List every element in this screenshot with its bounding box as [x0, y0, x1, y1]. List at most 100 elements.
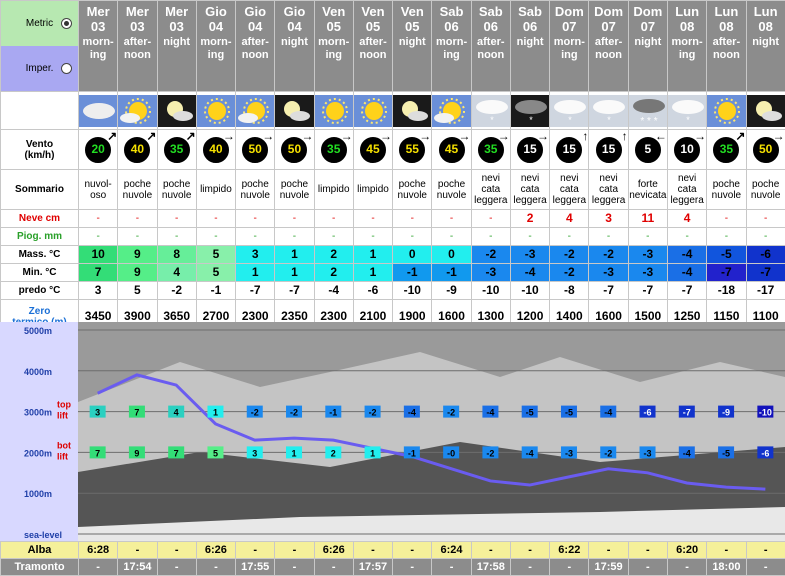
summary-text: poche nuvole [397, 178, 427, 201]
min-temp-value: -1 [406, 265, 418, 279]
wind-speed: 10 [680, 142, 694, 156]
max-temp-cell: -2 [470, 245, 511, 264]
period-name: after- noon [594, 36, 623, 61]
summary-text: nevi cata leggera [474, 173, 508, 206]
wind-cell: 35 → [470, 129, 511, 170]
wind-badge: 40 → [202, 131, 235, 163]
metric-radio[interactable] [61, 18, 72, 29]
rain-value: - [135, 231, 140, 242]
max-temp-value: -4 [681, 247, 693, 261]
alba-time: - [470, 541, 511, 559]
alba-time: 6:26 [195, 541, 237, 559]
imperial-radio[interactable] [61, 63, 72, 74]
max-temp-cell: -3 [509, 245, 551, 264]
wind-label: Vento (km/h) [0, 129, 79, 170]
tramonto-time: 17:54 [117, 558, 158, 576]
wind-speed: 20 [91, 142, 105, 156]
max-temp-value: 0 [408, 247, 416, 261]
weather-cell: * [666, 91, 708, 130]
snow-value: 4 [683, 211, 691, 225]
freeze-value: -9 [446, 283, 457, 297]
tramonto-label: Tramonto [0, 558, 79, 576]
wind-arrow-icon: → [301, 129, 314, 143]
weather-cell [431, 91, 472, 130]
period-header: Ven 05 after- noon [352, 0, 394, 92]
bot-lift-temp-value: -4 [683, 448, 691, 458]
min-temp-cell: -7 [706, 263, 747, 282]
max-temp-value: -3 [524, 247, 536, 261]
wind-badge: 45 → [438, 131, 470, 163]
imperial-button[interactable]: Imper. [1, 46, 78, 91]
min-temp-cell: -7 [745, 263, 785, 282]
zero-value: 1600 [438, 309, 465, 323]
rain-value: - [646, 231, 650, 242]
period-header: Mer 03 after- noon [117, 0, 158, 92]
rain-cell: - [235, 227, 276, 246]
day-name: Sab [439, 4, 464, 19]
summary-text: poche nuvole [240, 178, 270, 201]
y-tick-label: 3000m [24, 408, 52, 418]
tramonto-time: - [156, 558, 197, 576]
min-temp-cell: -3 [588, 263, 629, 282]
min-temp-cell: 1 [352, 263, 394, 282]
max-temp-value: 9 [134, 247, 141, 261]
snow-label: Neve cm [0, 209, 79, 228]
max-temp-cell: 8 [156, 245, 197, 264]
freeze-value: -10 [403, 283, 421, 297]
svg-text:*: * [608, 115, 612, 125]
max-temp-cell: -2 [549, 245, 590, 264]
wind-speed: 5 [644, 142, 652, 156]
min-temp-value: -7 [721, 265, 732, 279]
day-date: 03 [169, 19, 184, 34]
max-temp-value: 1 [291, 247, 298, 261]
bot-label-text: lift [57, 451, 68, 461]
max-temp-cell: 0 [392, 245, 433, 264]
svg-text:*: * [490, 115, 494, 125]
freeze-value: 3 [94, 283, 102, 297]
moon-cloud-icon [158, 94, 196, 127]
summary-text: poche nuvole [279, 178, 310, 201]
day-date: 08 [758, 19, 773, 34]
min-temp-cell: 1 [235, 263, 276, 282]
min-temp-value: 7 [94, 265, 102, 279]
freeze-cell: -7 [666, 281, 708, 300]
day-name: Ven [400, 4, 424, 19]
snow-cell: 2 [509, 209, 551, 228]
snow-cell: 11 [627, 209, 668, 228]
max-temp-label: Mass. °C [0, 245, 79, 264]
max-temp-cell: -6 [745, 245, 785, 264]
wind-speed: 50 [248, 142, 262, 156]
rain-cell: - [117, 227, 158, 246]
weather-cell: * * * [627, 91, 668, 130]
period-name: after- noon [241, 36, 269, 61]
wind-cell: 50 → [745, 129, 785, 170]
axis-panel [0, 322, 78, 541]
freeze-value: -6 [367, 283, 379, 297]
weather-cell [274, 91, 315, 130]
freeze-value: -7 [289, 283, 300, 297]
period-header: Lun 08 morn- ing [666, 0, 708, 92]
snow-value: - [96, 213, 100, 224]
metric-button[interactable]: Metric [1, 1, 78, 46]
min-temp-cell: 2 [313, 263, 354, 282]
max-temp-value: 2 [330, 247, 338, 261]
max-temp-cell: -3 [627, 245, 668, 264]
freeze-value: -8 [563, 283, 575, 297]
min-temp-value: 4 [173, 265, 180, 279]
freeze-cell: -2 [156, 281, 197, 300]
max-temp-cell: 10 [77, 245, 119, 264]
wind-cell: 35 → [313, 129, 354, 170]
summary-text: nevi cata leggera [670, 173, 704, 206]
min-temp-value: -3 [485, 265, 497, 279]
bot-lift-temp-value: -2 [486, 448, 494, 458]
snow-cloud-icon: * [668, 94, 706, 127]
period-header: Sab 06 after- noon [470, 0, 511, 92]
y-tick-label: 5000m [24, 326, 52, 336]
svg-text:*: * [686, 115, 690, 125]
tramonto-time: - [666, 558, 708, 576]
max-temp-value: -2 [563, 247, 575, 261]
day-date: 08 [679, 19, 695, 34]
rain-value: - [292, 231, 297, 242]
day-date: 03 [130, 19, 145, 34]
rain-cell: - [470, 227, 511, 246]
